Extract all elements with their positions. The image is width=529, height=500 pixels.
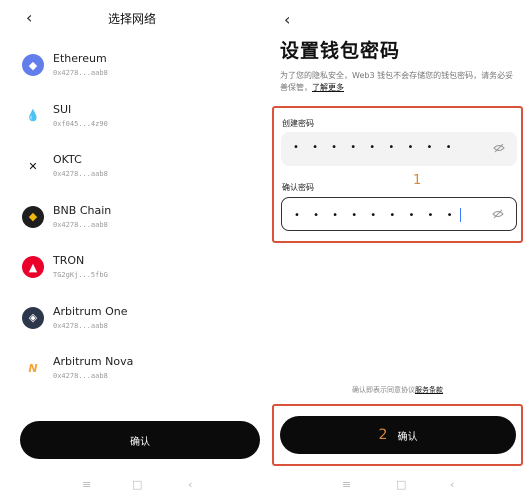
arbitrum-nova-icon: N <box>22 357 44 379</box>
network-item[interactable]: N Arbitrum Nova 0x4278...aab8 <box>0 347 264 398</box>
menu-icon[interactable]: ≡ <box>82 478 91 491</box>
ethereum-icon: ◆ <box>22 54 44 76</box>
agreement-prefix: 确认即表示同意协议 <box>352 386 415 394</box>
network-address: 0x4278...aab8 <box>53 372 108 380</box>
page-description: 为了您的隐私安全，Web3 钱包不会存储您的钱包密码，请务必妥善保管，了解更多 <box>280 70 516 94</box>
network-item[interactable]: ✕ OKTC 0x4278...aab8 <box>0 145 264 196</box>
learn-more-link[interactable]: 了解更多 <box>312 83 344 92</box>
confirm-button-label: 确认 <box>397 431 418 443</box>
network-address: 0xf045...4z90 <box>53 119 108 128</box>
home-icon[interactable]: □ <box>132 478 142 491</box>
text-caret <box>459 208 461 222</box>
oktc-icon: ✕ <box>22 155 44 177</box>
confirm-password-field[interactable]: • • • • • • • • • <box>281 197 517 231</box>
network-list: ◆ Ethereum 0x4278...aab8 💧 SUI 0xf045...4z90 ✕… <box>0 44 264 398</box>
network-name: Ethereum <box>53 52 107 65</box>
system-nav-bar: ≡ □ ‹ <box>266 476 529 496</box>
back-nav-icon[interactable]: ‹ <box>450 478 454 491</box>
network-address: 0x4278...aab8 <box>53 321 108 330</box>
arbitrum-one-icon: ◈ <box>22 306 44 329</box>
network-address: TG2gKj...5fbG <box>53 271 108 279</box>
agreement-text: 确认即表示同意协议服务条款 <box>266 385 529 395</box>
network-address: 0x4278...aab8 <box>53 69 108 77</box>
network-name: OKTC <box>53 153 82 166</box>
network-item[interactable]: 💧 SUI 0xf045...4z90 <box>0 95 264 146</box>
confirm-password-value: • • • • • • • • • <box>294 208 461 222</box>
annotation-1: 1 <box>413 173 422 188</box>
network-item[interactable]: ▲ TRON TG2gKj...5fbG <box>0 246 264 297</box>
network-item[interactable]: ◈ Arbitrum One 0x4278...aab8 <box>0 297 264 348</box>
network-item[interactable]: ◆ BNB Chain 0x4278...aab8 <box>0 196 264 247</box>
network-name: TRON <box>53 254 85 267</box>
network-address: 0x4278...aab8 <box>53 220 108 229</box>
annotation-2: 2 <box>378 427 388 443</box>
back-nav-icon[interactable]: ‹ <box>188 478 192 491</box>
confirm-button[interactable]: 确认 <box>20 421 260 459</box>
network-name: BNB Chain <box>53 203 112 217</box>
confirm-password-dots: • • • • • • • • • <box>294 210 458 221</box>
terms-link[interactable]: 服务条款 <box>415 386 443 394</box>
create-password-label: 创建密码 <box>282 119 314 128</box>
eye-hidden-icon[interactable] <box>492 209 504 219</box>
network-address: 0x4278...aab8 <box>53 170 108 178</box>
list-fade <box>0 400 264 420</box>
confirm-button[interactable]: 2 确认 <box>280 416 516 454</box>
create-password-field[interactable]: • • • • • • • • • <box>281 132 517 166</box>
system-nav-bar: ≡ □ ‹ <box>0 476 264 496</box>
network-item[interactable]: ◆ Ethereum 0x4278...aab8 <box>0 44 264 95</box>
menu-icon[interactable]: ≡ <box>342 478 351 491</box>
network-name: Arbitrum One <box>53 304 128 318</box>
select-network-screen: ‹ 选择网络 ◆ Ethereum 0x4278...aab8 💧 SUI 0xf045.… <box>0 0 264 500</box>
back-icon[interactable]: ‹ <box>284 10 290 29</box>
bnb-icon: ◆ <box>22 205 44 228</box>
eye-hidden-icon[interactable] <box>493 143 505 153</box>
confirm-password-label: 确认密码 <box>282 183 314 192</box>
set-password-screen: ‹ 设置钱包密码 为了您的隐私安全，Web3 钱包不会存储您的钱包密码，请务必妥… <box>266 0 529 500</box>
page-title: 选择网络 <box>107 12 156 26</box>
create-password-value: • • • • • • • • • <box>293 142 457 153</box>
confirm-button-label: 确认 <box>130 436 150 448</box>
network-name: SUI <box>53 102 72 116</box>
home-icon[interactable]: □ <box>396 478 406 491</box>
page-title: 设置钱包密码 <box>280 40 401 62</box>
network-name: Arbitrum Nova <box>53 355 134 368</box>
sui-icon: 💧 <box>22 104 44 127</box>
tron-icon: ▲ <box>22 256 44 278</box>
